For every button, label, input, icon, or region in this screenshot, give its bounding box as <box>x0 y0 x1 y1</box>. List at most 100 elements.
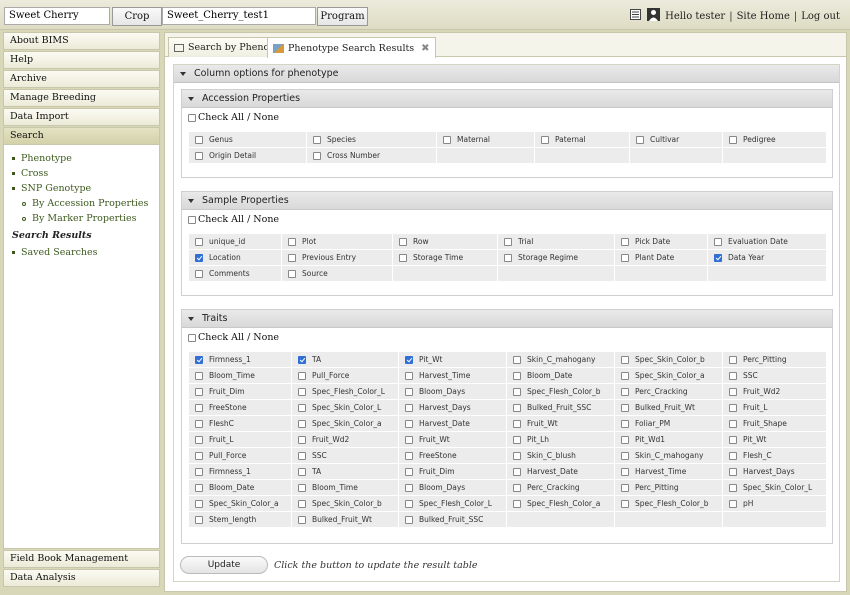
checkbox[interactable] <box>188 113 196 122</box>
checkbox[interactable] <box>621 451 629 460</box>
option[interactable]: Spec_Skin_Color_a <box>621 371 718 380</box>
sample-header[interactable]: Sample Properties <box>182 192 832 210</box>
option-cell[interactable]: Spec_Skin_Color_b <box>291 495 399 512</box>
checkbox[interactable] <box>298 467 306 476</box>
checkbox[interactable] <box>513 419 521 428</box>
option[interactable]: Spec_Skin_Color_L <box>298 403 394 412</box>
sidebar-item-data-import[interactable]: Data Import <box>3 108 160 126</box>
checkbox[interactable] <box>621 237 629 246</box>
checkbox[interactable] <box>729 451 737 460</box>
option[interactable]: TA <box>298 467 394 476</box>
checkbox[interactable] <box>298 515 306 524</box>
option[interactable]: Pedigree <box>729 135 822 144</box>
option-cell[interactable]: TA <box>291 463 399 480</box>
checkbox[interactable] <box>195 499 203 508</box>
option[interactable]: SSC <box>298 451 394 460</box>
sidebar-item-archive[interactable]: Archive <box>3 70 160 88</box>
option[interactable]: Location <box>195 253 277 262</box>
option[interactable]: Fruit_Shape <box>729 419 822 428</box>
option-cell[interactable]: Harvest_Days <box>722 463 827 480</box>
checkbox-checked[interactable] <box>405 355 413 364</box>
checkbox[interactable] <box>513 387 521 396</box>
option-cell[interactable]: Bloom_Time <box>188 367 292 384</box>
checkbox[interactable] <box>288 237 296 246</box>
option-cell[interactable]: Spec_Flesh_Color_b <box>614 495 723 512</box>
option-cell[interactable]: Harvest_Days <box>398 399 507 416</box>
option-cell[interactable]: Harvest_Time <box>614 463 723 480</box>
checkbox[interactable] <box>729 387 737 396</box>
option[interactable]: Perc_Pitting <box>621 483 718 492</box>
option-cell[interactable]: Fruit_Wd2 <box>722 383 827 400</box>
checkbox[interactable] <box>298 483 306 492</box>
option-cell[interactable]: Bulked_Fruit_Wt <box>614 399 723 416</box>
option-cell[interactable]: Location <box>188 249 282 266</box>
checkbox[interactable] <box>513 355 521 364</box>
option[interactable]: Fruit_L <box>729 403 822 412</box>
option-cell[interactable]: Comments <box>188 265 282 282</box>
option-cell[interactable]: Pick Date <box>614 233 708 250</box>
option[interactable]: Bloom_Date <box>195 483 287 492</box>
option[interactable]: Spec_Skin_Color_b <box>621 355 718 364</box>
option-cell[interactable]: Previous Entry <box>281 249 393 266</box>
option-cell[interactable]: SSC <box>291 447 399 464</box>
checkbox[interactable] <box>621 419 629 428</box>
option[interactable]: Stem_length <box>195 515 287 524</box>
link-phenotype[interactable]: Phenotype <box>12 151 159 166</box>
option-cell[interactable]: Fruit_Dim <box>188 383 292 400</box>
checkbox[interactable] <box>195 483 203 492</box>
option[interactable]: Data Year <box>714 253 822 262</box>
option-cell[interactable]: Data Year <box>707 249 827 266</box>
checkbox[interactable] <box>504 253 512 262</box>
logout-link[interactable]: Log out <box>801 11 840 22</box>
option[interactable]: Perc_Cracking <box>513 483 610 492</box>
option-cell[interactable]: Source <box>281 265 393 282</box>
option-cell[interactable]: Bloom_Days <box>398 479 507 496</box>
checkbox[interactable] <box>288 253 296 262</box>
notes-icon[interactable] <box>630 9 642 23</box>
checkbox[interactable] <box>729 355 737 364</box>
option-cell[interactable]: Row <box>392 233 498 250</box>
option-cell[interactable]: Flesh_C <box>722 447 827 464</box>
option[interactable]: Bulked_Fruit_Wt <box>298 515 394 524</box>
checkbox[interactable] <box>621 387 629 396</box>
option-cell[interactable]: Perc_Pitting <box>722 351 827 368</box>
checkbox-checked[interactable] <box>714 253 722 262</box>
option-cell[interactable]: Spec_Skin_Color_L <box>722 479 827 496</box>
checkbox[interactable] <box>405 435 413 444</box>
option-cell[interactable]: Storage Regime <box>497 249 615 266</box>
checkbox[interactable] <box>298 371 306 380</box>
option-cell[interactable]: Firmness_1 <box>188 351 292 368</box>
option[interactable]: Fruit_Dim <box>195 387 287 396</box>
option[interactable]: unique_id <box>195 237 277 246</box>
checkbox-checked[interactable] <box>298 355 306 364</box>
option-cell[interactable]: Spec_Skin_Color_a <box>614 367 723 384</box>
option-cell[interactable]: Fruit_L <box>188 431 292 448</box>
checkbox[interactable] <box>729 135 737 144</box>
option[interactable]: Spec_Skin_Color_b <box>298 499 394 508</box>
program-field[interactable]: Sweet_Cherry_test1 <box>162 7 316 25</box>
option[interactable]: Maternal <box>443 135 530 144</box>
option-cell[interactable]: Skin_C_mahogany <box>506 351 615 368</box>
option[interactable]: Bulked_Fruit_Wt <box>621 403 718 412</box>
column-options-header[interactable]: Column options for phenotype <box>174 65 839 83</box>
option[interactable]: Trial <box>504 237 610 246</box>
checkbox[interactable] <box>298 499 306 508</box>
option-cell[interactable]: Trial <box>497 233 615 250</box>
option-cell[interactable]: Perc_Pitting <box>614 479 723 496</box>
checkbox[interactable] <box>405 515 413 524</box>
option[interactable]: Cross Number <box>313 151 432 160</box>
option[interactable]: Skin_C_mahogany <box>513 355 610 364</box>
option-cell[interactable]: Pull_Force <box>188 447 292 464</box>
option-cell[interactable]: Fruit_Wt <box>398 431 507 448</box>
checkbox[interactable] <box>621 253 629 262</box>
checkbox[interactable] <box>513 467 521 476</box>
option[interactable]: Paternal <box>541 135 625 144</box>
sidebar-item-manage-breeding[interactable]: Manage Breeding <box>3 89 160 107</box>
checkbox[interactable] <box>729 483 737 492</box>
checkbox[interactable] <box>513 499 521 508</box>
option-cell[interactable]: Cross Number <box>306 147 437 164</box>
option[interactable]: FreeStone <box>195 403 287 412</box>
option[interactable]: Plot <box>288 237 388 246</box>
option-cell[interactable]: Spec_Flesh_Color_L <box>398 495 507 512</box>
crop-field[interactable]: Sweet Cherry <box>4 7 110 25</box>
